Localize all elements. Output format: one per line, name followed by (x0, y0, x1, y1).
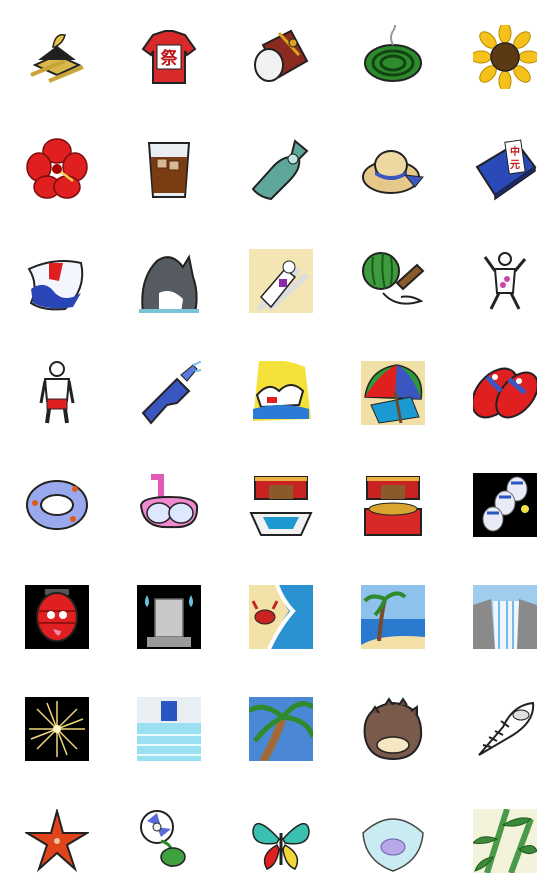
beach-umbrella-icon[interactable] (361, 361, 425, 425)
shaved-ice-flag-icon[interactable] (25, 249, 89, 313)
starfish-icon[interactable] (25, 809, 89, 873)
dancing-person-icon[interactable] (473, 249, 537, 313)
hibiscus-icon[interactable] (25, 137, 89, 201)
swim-ring-icon[interactable] (25, 473, 89, 537)
treasure-chest-open-icon[interactable] (249, 473, 313, 537)
swimsuit-person-icon[interactable] (25, 361, 89, 425)
spiral-seashell-icon[interactable] (473, 697, 537, 761)
orca-icon[interactable] (137, 249, 201, 313)
taiko-drum-icon[interactable] (249, 25, 313, 89)
palm-beach-icon[interactable] (361, 585, 425, 649)
sunflower-icon[interactable] (473, 25, 537, 89)
waterfall-icon[interactable] (473, 585, 537, 649)
ramune-bottle-icon[interactable] (249, 137, 313, 201)
crab-shore-icon[interactable] (249, 585, 313, 649)
chugen-kanji-2-label: 元 (510, 159, 520, 171)
matsuri-happi-shirt-icon[interactable]: 祭 (137, 25, 201, 89)
swimming-pool-icon[interactable] (137, 697, 201, 761)
firework-icon[interactable] (25, 697, 89, 761)
iced-barley-tea-icon[interactable] (137, 137, 201, 201)
sunbathing-lounger-icon[interactable] (249, 249, 313, 313)
mikoshi-shrine-icon[interactable] (25, 25, 89, 89)
paper-lanterns-icon[interactable] (473, 473, 537, 537)
palm-sky-icon[interactable] (249, 697, 313, 761)
morning-glory-icon[interactable] (137, 809, 201, 873)
emoji-sticker-sheet: 祭 中 元 (0, 0, 560, 896)
watermelon-split-icon[interactable] (361, 249, 425, 313)
beach-sandals-icon[interactable] (473, 361, 537, 425)
butterfly-icon[interactable] (249, 809, 313, 873)
matsuri-kanji-label: 祭 (160, 48, 179, 69)
mosquito-coil-icon[interactable] (361, 25, 425, 89)
water-gun-icon[interactable] (137, 361, 201, 425)
straw-hat-icon[interactable] (361, 137, 425, 201)
jellyfish-icon[interactable] (361, 809, 425, 873)
snorkel-mask-icon[interactable] (137, 473, 201, 537)
turban-shell-icon[interactable] (361, 697, 425, 761)
beach-rescue-icon[interactable] (249, 361, 313, 425)
chochin-ghost-icon[interactable] (25, 585, 89, 649)
grave-ghost-icon[interactable] (137, 585, 201, 649)
treasure-chest-coins-icon[interactable] (361, 473, 425, 537)
chugen-gift-box-icon[interactable]: 中 元 (473, 137, 537, 201)
chugen-kanji-1-label: 中 (510, 145, 520, 158)
bamboo-icon[interactable] (473, 809, 537, 873)
